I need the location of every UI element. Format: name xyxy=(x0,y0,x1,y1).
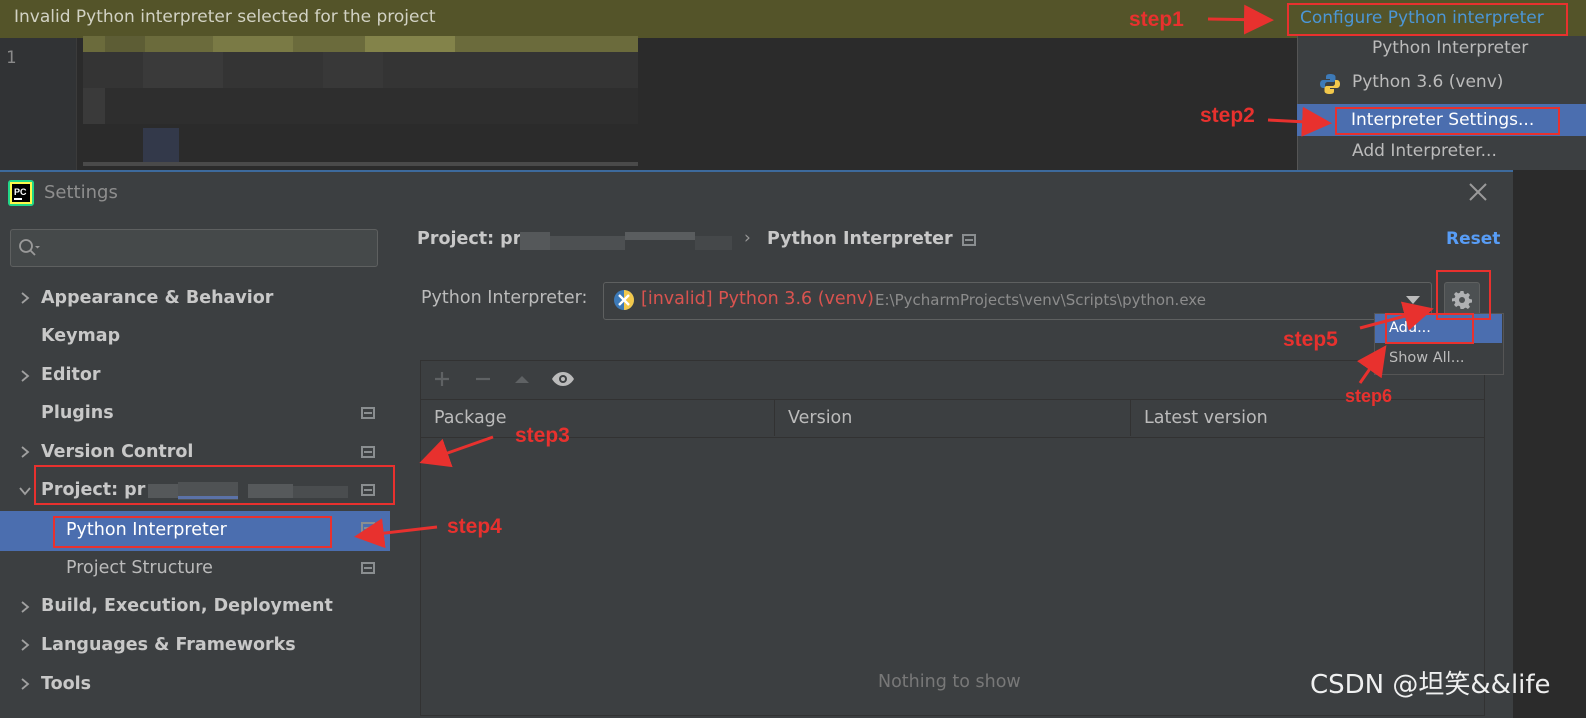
breadcrumb-current: Python Interpreter xyxy=(767,229,953,249)
breadcrumb-project[interactable]: Project: pr xyxy=(417,229,521,249)
step2-label: step2 xyxy=(1200,104,1255,127)
step1-label: step1 xyxy=(1129,8,1184,31)
project-scope-icon xyxy=(361,446,375,458)
redacted-code xyxy=(83,36,638,168)
interpreter-path: E:\PycharmProjects\venv\Scripts\python.e… xyxy=(875,291,1206,309)
pycharm-icon: PC xyxy=(8,180,34,206)
project-scope-icon xyxy=(361,407,375,419)
sidebar-item-languages[interactable]: Languages & Frameworks xyxy=(41,635,296,655)
chevron-right-icon[interactable] xyxy=(18,369,32,383)
chevron-right-icon[interactable] xyxy=(18,600,32,614)
project-scope-icon xyxy=(962,234,976,246)
sidebar-item-appearance[interactable]: Appearance & Behavior xyxy=(41,288,273,308)
project-scope-icon xyxy=(361,522,375,534)
sidebar-item-plugins[interactable]: Plugins xyxy=(41,403,114,423)
popup-title: Python Interpreter xyxy=(1372,38,1529,58)
column-version[interactable]: Version xyxy=(788,408,852,428)
chevron-right-icon[interactable] xyxy=(18,638,32,652)
chevron-down-icon[interactable] xyxy=(18,484,32,498)
interpreter-label: Python Interpreter: xyxy=(421,288,588,308)
sidebar-item-editor[interactable]: Editor xyxy=(41,365,101,385)
popup-item-add-interpreter[interactable]: Add Interpreter... xyxy=(1352,141,1497,161)
step5-label: step5 xyxy=(1283,328,1338,351)
chevron-right-icon[interactable] xyxy=(18,677,32,691)
csdn-watermark: CSDN @坦笑&&life xyxy=(1310,670,1551,700)
upgrade-package-icon[interactable] xyxy=(512,369,532,389)
step3-highlight-box xyxy=(34,465,395,505)
sidebar-item-project-structure[interactable]: Project Structure xyxy=(66,558,213,578)
add-package-icon[interactable] xyxy=(432,369,452,389)
column-divider xyxy=(774,400,775,436)
step6-label: step6 xyxy=(1345,386,1393,406)
remove-package-icon[interactable] xyxy=(473,369,493,389)
redacted-breadcrumb xyxy=(520,232,732,250)
column-divider xyxy=(1130,400,1131,436)
sidebar-item-build[interactable]: Build, Execution, Deployment xyxy=(41,596,333,616)
interpreter-invalid-name: [invalid] Python 3.6 (venv) xyxy=(641,289,874,309)
popup-item-python-venv-label: Python 3.6 (venv) xyxy=(1352,72,1504,92)
packages-table-header xyxy=(421,399,1484,438)
chevron-right-icon[interactable] xyxy=(18,291,32,305)
chevron-right-icon[interactable] xyxy=(18,445,32,459)
breadcrumb-separator: › xyxy=(744,228,751,248)
background-editor-strip xyxy=(1513,170,1586,716)
project-scope-icon xyxy=(361,562,375,574)
sidebar-item-keymap[interactable]: Keymap xyxy=(41,326,120,346)
step5-add-highlight-box xyxy=(1385,313,1474,344)
step4-label: step4 xyxy=(447,515,502,538)
search-input[interactable] xyxy=(10,229,378,267)
search-icon xyxy=(19,239,40,256)
banner-message: Invalid Python interpreter selected for … xyxy=(14,7,436,27)
step3-label: step3 xyxy=(515,424,570,447)
svg-text:PC: PC xyxy=(14,187,27,197)
reset-link[interactable]: Reset xyxy=(1446,229,1500,249)
step4-highlight-box xyxy=(53,516,332,548)
column-package[interactable]: Package xyxy=(434,408,507,428)
step2-highlight-box xyxy=(1335,107,1560,135)
gear-menu-show-all[interactable]: Show All... xyxy=(1389,350,1465,366)
close-icon[interactable] xyxy=(1466,180,1490,204)
packages-toolbar xyxy=(421,361,1484,398)
dropdown-caret-icon[interactable] xyxy=(1406,296,1420,304)
column-latest-version[interactable]: Latest version xyxy=(1144,408,1268,428)
python-icon xyxy=(1320,74,1340,94)
invalid-python-icon xyxy=(614,290,634,310)
line-number: 1 xyxy=(6,48,17,68)
step1-highlight-box xyxy=(1287,3,1568,36)
eye-icon[interactable] xyxy=(551,368,575,390)
empty-table-text: Nothing to show xyxy=(878,672,1021,692)
sidebar-item-version-control[interactable]: Version Control xyxy=(41,442,193,462)
sidebar-item-tools[interactable]: Tools xyxy=(41,674,91,694)
dialog-title: Settings xyxy=(44,182,118,203)
